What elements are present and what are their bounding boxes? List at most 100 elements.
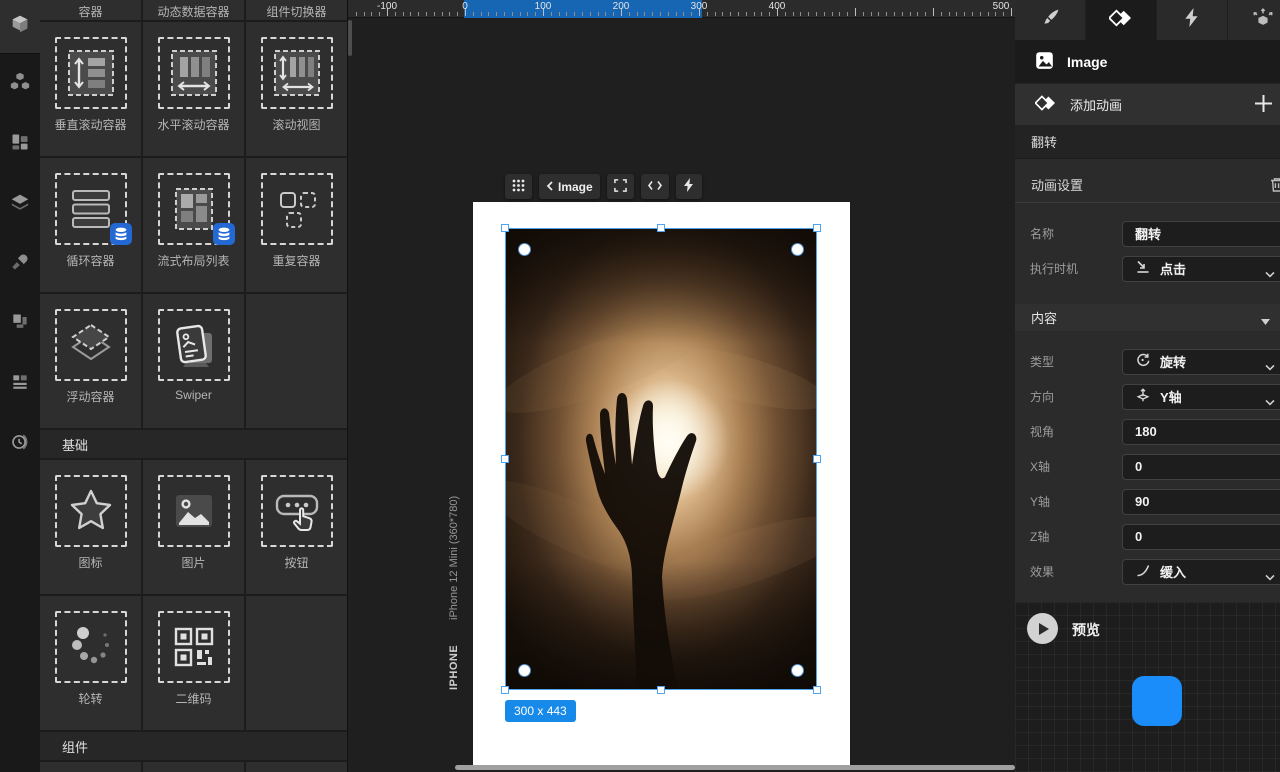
corner-radius-handle-ne[interactable] <box>792 244 803 255</box>
field-select[interactable]: 点击 <box>1122 256 1280 282</box>
breadcrumb-back-button[interactable]: Image <box>539 174 600 199</box>
rail-module-7[interactable] <box>0 414 40 474</box>
library-tile-swiper[interactable]: Swiper <box>143 294 244 428</box>
resize-handle-nw[interactable] <box>501 224 509 232</box>
ruler-tick <box>496 12 497 16</box>
rail-module-5[interactable] <box>0 294 40 354</box>
field-text-input[interactable]: 0 <box>1122 454 1280 480</box>
ruler-tick <box>644 12 645 16</box>
inspector-tab-animation[interactable] <box>1086 0 1157 40</box>
library-tile-partial[interactable]: 组件切换器 <box>246 0 347 20</box>
field-text-input[interactable]: 180 <box>1122 419 1280 445</box>
library-tile-picture[interactable]: 图片 <box>143 460 244 594</box>
library-tile-horizontal-scroll[interactable]: 水平滚动容器 <box>143 22 244 156</box>
library-tile-vertical-scroll[interactable]: 垂直滚动容器 <box>40 22 141 156</box>
library-tile-button[interactable]: 按钮 <box>246 460 347 594</box>
library-tile-partial-bottom[interactable] <box>40 762 141 772</box>
tile-label: 图片 <box>181 554 205 571</box>
transform-icon <box>1252 7 1274 34</box>
ruler-tick <box>668 12 669 16</box>
tile-label: 垂直滚动容器 <box>54 116 126 133</box>
preview-animation-target[interactable] <box>1132 676 1182 726</box>
library-tile-repeat-container[interactable]: 重复容器 <box>246 158 347 292</box>
phone-canvas[interactable]: 300 x 443 <box>473 202 850 768</box>
breadcrumb-label: Image <box>558 180 593 194</box>
library-empty-cell <box>246 596 347 730</box>
fullscreen-button[interactable] <box>607 174 634 199</box>
resize-handle-e[interactable] <box>813 455 821 463</box>
tile-label: 图标 <box>78 554 102 571</box>
field-text-input[interactable]: 0 <box>1122 524 1280 550</box>
library-tile-partial[interactable]: 动态数据容器 <box>143 0 244 20</box>
corner-radius-handle-se[interactable] <box>792 665 803 676</box>
brush-icon <box>1040 7 1061 33</box>
ruler-tick <box>605 12 606 16</box>
play-button[interactable] <box>1027 613 1058 644</box>
inspector-tab-lightning[interactable] <box>1157 0 1228 40</box>
rail-module-1[interactable] <box>0 54 40 114</box>
library-tile-partial-bottom[interactable] <box>246 762 347 772</box>
library-tile-partial[interactable]: 容器 <box>40 0 141 20</box>
ruler-tick <box>941 12 942 16</box>
canvas-viewport[interactable]: -1000100200300400500 Image <box>348 0 1015 772</box>
animation-list-item[interactable]: 翻转 <box>1015 125 1280 159</box>
ruler-tick <box>707 12 708 16</box>
chevron-left-icon <box>546 180 553 194</box>
tile-label: 浮动容器 <box>66 388 114 405</box>
ruler-tick <box>512 12 513 16</box>
library-tile-partial-bottom[interactable] <box>143 762 244 772</box>
resize-handle-s[interactable] <box>657 686 665 694</box>
library-tile-carousel[interactable]: 轮转 <box>40 596 141 730</box>
vertical-scrollbar[interactable] <box>348 20 352 56</box>
library-tile-star[interactable]: 图标 <box>40 460 141 594</box>
add-animation-row[interactable]: 添加动画 <box>1015 83 1280 125</box>
ruler-tick <box>473 12 474 16</box>
selected-image[interactable] <box>505 228 817 690</box>
tile-label: 流式布局列表 <box>157 252 229 269</box>
tile-label: 重复容器 <box>272 252 320 269</box>
rail-module-6[interactable] <box>0 354 40 414</box>
field-select[interactable]: Y轴 <box>1122 384 1280 410</box>
rotate-icon <box>1135 352 1151 371</box>
resize-handle-w[interactable] <box>501 455 509 463</box>
library-tile-loop-container[interactable]: 循环容器 <box>40 158 141 292</box>
inspector-tab-brush[interactable] <box>1015 0 1086 40</box>
field-text-input[interactable]: 翻转 <box>1122 221 1280 247</box>
library-tile-flow-layout-list[interactable]: 流式布局列表 <box>143 158 244 292</box>
flash-button[interactable] <box>676 174 702 199</box>
field-text-input[interactable]: 90 <box>1122 489 1280 515</box>
rail-module-3[interactable] <box>0 174 40 234</box>
library-tile-float-container[interactable]: 浮动容器 <box>40 294 141 428</box>
resize-handle-se[interactable] <box>813 686 821 694</box>
horizontal-scrollbar[interactable] <box>455 765 1015 770</box>
ruler-tick <box>442 12 443 16</box>
field-select[interactable]: 旋转 <box>1122 349 1280 375</box>
axis-3d-icon <box>1135 387 1151 406</box>
content-fields: 类型旋转方向Y轴视角180X轴0Y轴90Z轴0效果缓入 <box>1015 331 1280 589</box>
library-tile-scroll-view[interactable]: 滚动视图 <box>246 22 347 156</box>
ruler-label: 400 <box>769 1 786 12</box>
ruler-selection-highlight <box>464 0 702 18</box>
trash-icon[interactable] <box>1269 176 1280 196</box>
rail-module-4[interactable] <box>0 234 40 294</box>
content-section-bar[interactable]: 内容 <box>1015 304 1280 331</box>
ruler-tick <box>988 12 989 16</box>
ruler-tick <box>863 12 864 16</box>
ruler-tick <box>878 12 879 16</box>
apps-grid-button[interactable] <box>505 174 532 199</box>
rail-module-0[interactable] <box>0 0 40 54</box>
plus-icon[interactable] <box>1253 93 1274 117</box>
resize-handle-ne[interactable] <box>813 224 821 232</box>
inspector-tab-transform[interactable] <box>1228 0 1280 40</box>
field-value: 翻转 <box>1135 224 1161 243</box>
corner-radius-handle-nw[interactable] <box>519 244 530 255</box>
field-select[interactable]: 缓入 <box>1122 559 1280 585</box>
library-tile-qrcode[interactable]: 二维码 <box>143 596 244 730</box>
resize-handle-sw[interactable] <box>501 686 509 694</box>
corner-radius-handle-sw[interactable] <box>519 665 530 676</box>
rail-module-2[interactable] <box>0 114 40 174</box>
code-button[interactable] <box>641 174 669 199</box>
ruler-tick <box>364 12 365 16</box>
ruler-tick <box>527 12 528 16</box>
resize-handle-n[interactable] <box>657 224 665 232</box>
